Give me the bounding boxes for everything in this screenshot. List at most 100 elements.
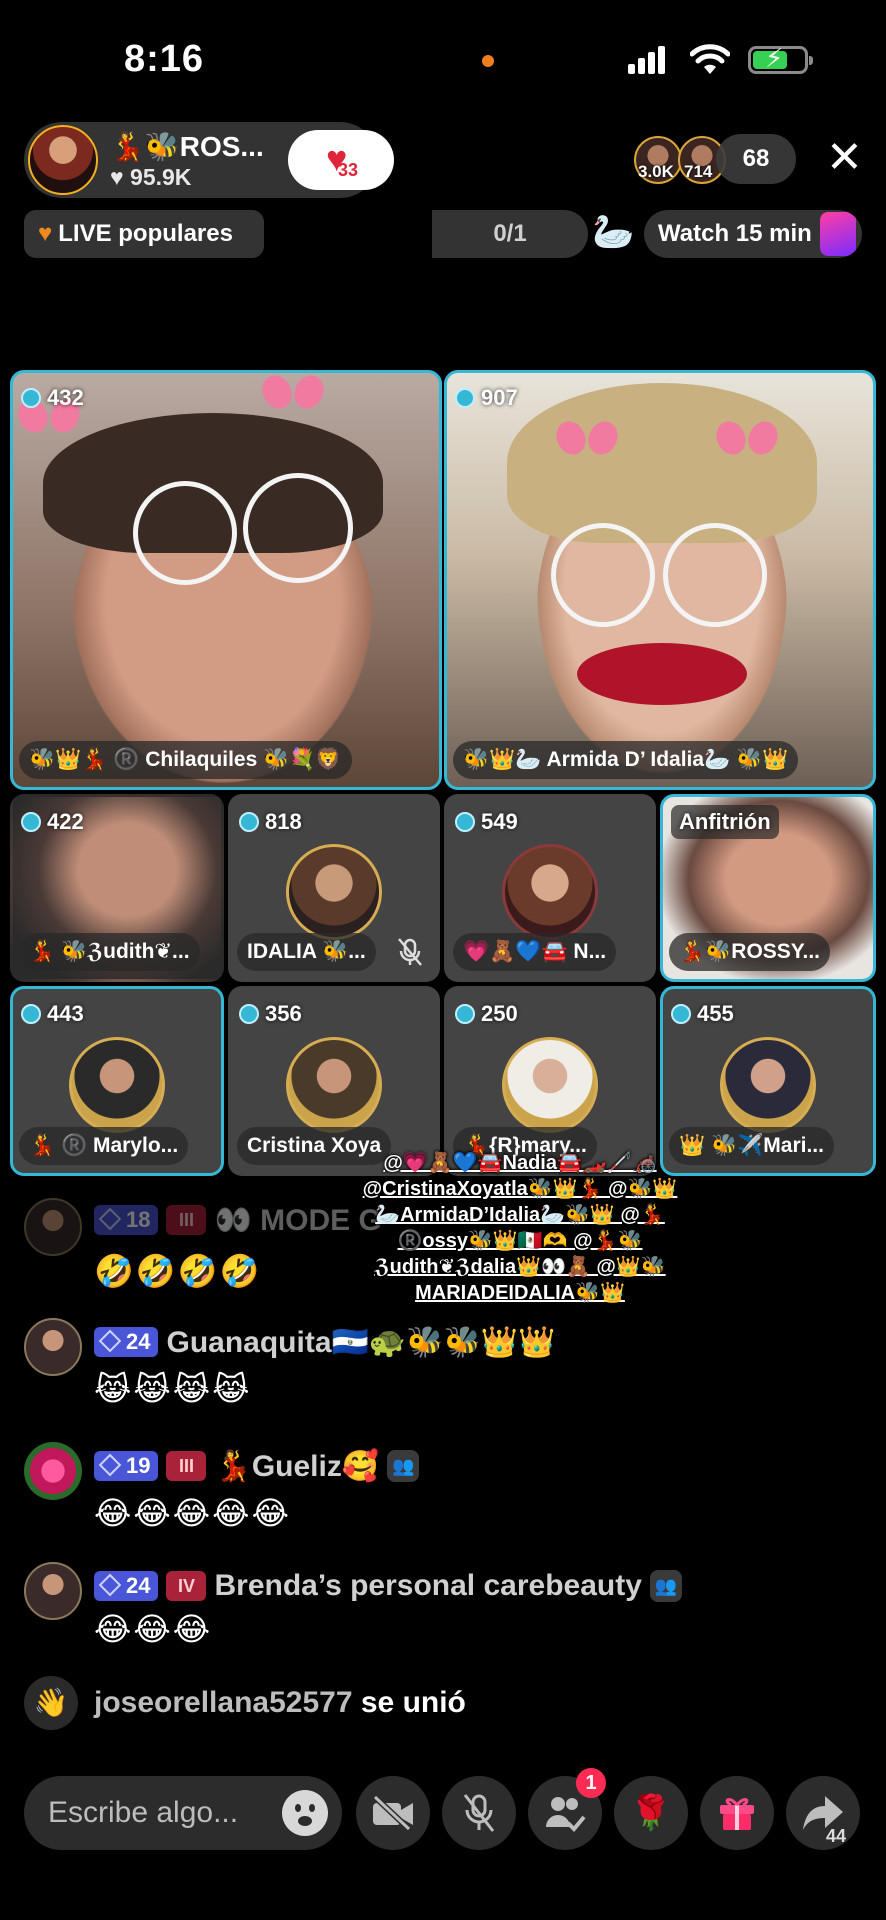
commenter-avatar[interactable]	[24, 1562, 82, 1620]
guest-name: 🐝👑🦢 Armida D’ Idalia🦢 🐝👑	[453, 741, 799, 779]
gift-button[interactable]	[700, 1776, 774, 1850]
guest-name: 💃 🐝ℨudith❦...	[19, 933, 200, 971]
share-button[interactable]	[786, 1776, 860, 1850]
diamond-icon	[21, 812, 41, 832]
guest-video-tile[interactable]: 549 💗🧸💙🚘 N...	[444, 794, 656, 982]
comment-input-pill[interactable]	[24, 1776, 342, 1850]
level-value: 18	[126, 1207, 151, 1232]
level-badge: 18	[94, 1205, 159, 1235]
commenter-name[interactable]: 👀 MODE G	[214, 1203, 381, 1238]
goal-progress[interactable]: 0/1	[432, 210, 588, 258]
glasses-filter	[663, 523, 767, 627]
rank-badge: III	[166, 1451, 207, 1481]
rose-icon: 🌹	[629, 1794, 673, 1832]
guest-avatar	[502, 1037, 598, 1133]
mic-off-icon	[463, 1794, 495, 1832]
bow-filter	[557, 413, 617, 463]
camera-off-button[interactable]	[356, 1776, 430, 1850]
level-badge: 24	[94, 1571, 159, 1601]
comment-item[interactable]: 24 IV Brenda’s personal carebeauty 👥 😂😂😂	[24, 1562, 864, 1662]
level-badge: 24	[94, 1327, 159, 1357]
host-name: 💃🐝ROS...	[110, 131, 264, 162]
guest-video-tile[interactable]: 443 💃 ®️ Marylo...	[10, 986, 224, 1176]
commenter-avatar[interactable]	[24, 1198, 82, 1256]
guest-avatar	[286, 844, 382, 940]
guest-score-value: 250	[481, 1001, 518, 1026]
mic-off-button[interactable]	[442, 1776, 516, 1850]
diamond-icon	[98, 1573, 122, 1597]
diamond-icon	[671, 1004, 691, 1024]
guest-video-tile[interactable]: 907 🐝👑🦢 Armida D’ Idalia🦢 🐝👑	[444, 370, 876, 790]
level-badge: 19	[94, 1451, 159, 1481]
gift-icon	[720, 1798, 754, 1830]
comment-body: 😂😂😂😂😂	[94, 1495, 291, 1531]
bow-filter	[263, 373, 323, 417]
diamond-icon	[21, 1004, 41, 1024]
guest-avatar	[502, 844, 598, 940]
host-avatar[interactable]	[28, 125, 98, 195]
guest-score-value: 443	[47, 1001, 84, 1026]
commenter-name[interactable]: Guanaquita🇸🇻🐢🐝🐝👑👑	[166, 1325, 555, 1360]
guest-score-value: 356	[265, 1001, 302, 1026]
comment-input[interactable]	[48, 1776, 268, 1850]
guest-name: 👑 🐝✈️Mari...	[669, 1127, 834, 1165]
comment-item[interactable]: 19 III 💃Gueliz🥰 👥 😂😂😂😂😂	[24, 1442, 864, 1552]
bow-filter	[717, 413, 777, 463]
glasses-filter	[133, 481, 237, 585]
rank-badge: III	[166, 1205, 207, 1235]
guest-score-value: 818	[265, 809, 302, 834]
guest-video-tile[interactable]: 818 IDALIA 🐝...	[228, 794, 440, 982]
guest-name: IDALIA 🐝...	[237, 933, 376, 971]
guest-video-tile[interactable]: 455 👑 🐝✈️Mari...	[660, 986, 876, 1176]
guest-score: 356	[239, 997, 302, 1031]
watch-task-pill[interactable]: Watch 15 min	[644, 210, 862, 258]
guest-avatar	[286, 1037, 382, 1133]
recording-indicator	[482, 55, 494, 67]
mention-overlay[interactable]: @💗🧸💙🚘Nadia🚘🏎️🦯🦽 @CristinaXoyatla🐝👑💃 @🐝👑🦢…	[360, 1150, 680, 1306]
guest-video-tile[interactable]: 250 💃{R}mary...	[444, 986, 656, 1176]
diamond-icon	[455, 812, 475, 832]
commenter-avatar[interactable]	[24, 1442, 82, 1500]
close-icon[interactable]: ✕	[826, 136, 863, 180]
fan-team-icon: 👥	[387, 1450, 420, 1482]
join-text: se unió	[360, 1686, 466, 1719]
live-popular-pill[interactable]: ♥ LIVE populares	[24, 210, 264, 258]
rose-gift-button[interactable]: 🌹	[614, 1776, 688, 1850]
host-info-pill[interactable]: 💃🐝ROS... ♥ 95.9K ♥ 33	[24, 122, 394, 198]
guest-video-tile[interactable]: 432 🐝👑💃 ®️ Chilaquiles 🐝💐🦁	[10, 370, 442, 790]
guest-score-value: 549	[481, 809, 518, 834]
comment-body: 🤣🤣🤣🤣	[94, 1253, 262, 1289]
guest-score-value: 907	[481, 385, 518, 410]
guest-video-tile[interactable]: 356 Cristina Xoya	[228, 986, 440, 1176]
comment-body: 😹😹😹😹	[94, 1371, 252, 1407]
commenter-name[interactable]: Brenda’s personal carebeauty	[214, 1569, 641, 1603]
follow-button[interactable]: ♥ 33	[288, 130, 394, 190]
guest-video-tile[interactable]: 422 💃 🐝ℨudith❦...	[10, 794, 224, 982]
commenter-avatar[interactable]	[24, 1318, 82, 1376]
guest-name: 💃 ®️ Marylo...	[19, 1127, 189, 1165]
guest-score: 422	[21, 805, 84, 839]
diamond-icon	[98, 1453, 122, 1477]
viewer-count[interactable]: 68	[716, 134, 796, 184]
guest-score-value: 432	[47, 385, 84, 410]
swan-icon[interactable]: 🦢	[592, 212, 634, 256]
hair	[507, 383, 817, 543]
joined-user[interactable]: joseorellana52577	[94, 1686, 353, 1719]
rank-badge: IV	[166, 1571, 207, 1601]
lips-filter	[577, 643, 747, 705]
glasses-filter	[551, 523, 655, 627]
diamond-icon	[21, 388, 41, 408]
host-video-tile[interactable]: Anfitrión 💃🐝ROSSY...	[660, 794, 876, 982]
comment-item[interactable]: 24 Guanaquita🇸🇻🐢🐝🐝👑👑 😹😹😹😹	[24, 1318, 864, 1428]
guest-score: 432	[21, 381, 84, 415]
guest-name: 🐝👑💃 ®️ Chilaquiles 🐝💐🦁	[19, 741, 352, 779]
commenter-name[interactable]: 💃Gueliz🥰	[214, 1449, 379, 1484]
top-viewer-score: 714	[684, 162, 713, 181]
fan-team-icon: 👥	[649, 1570, 682, 1602]
diamond-icon	[455, 1004, 475, 1024]
status-time: 8:16	[124, 38, 205, 80]
join-notice: 👋 joseorellana52577 se unió	[24, 1676, 466, 1730]
guest-score: 549	[455, 805, 518, 839]
cellular-signal-icon	[628, 46, 668, 74]
emoji-icon[interactable]	[282, 1790, 328, 1836]
